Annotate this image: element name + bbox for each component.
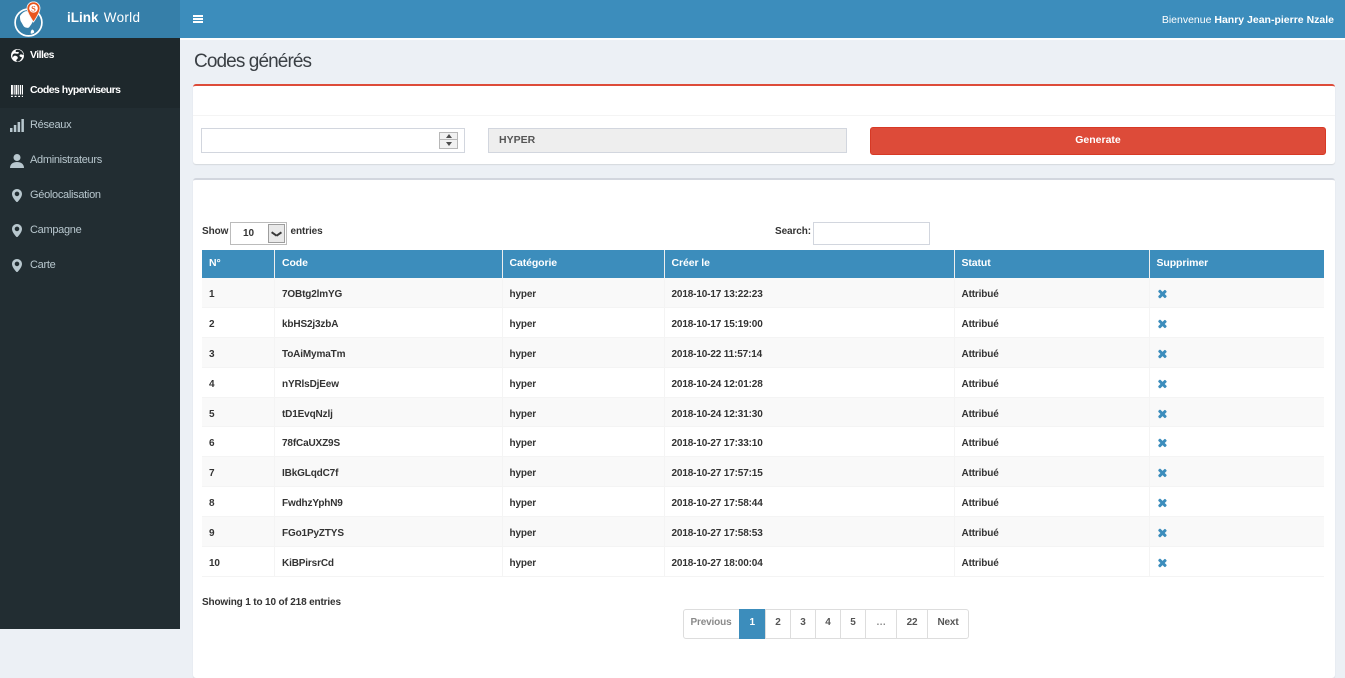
svg-text:S: S bbox=[31, 3, 36, 13]
